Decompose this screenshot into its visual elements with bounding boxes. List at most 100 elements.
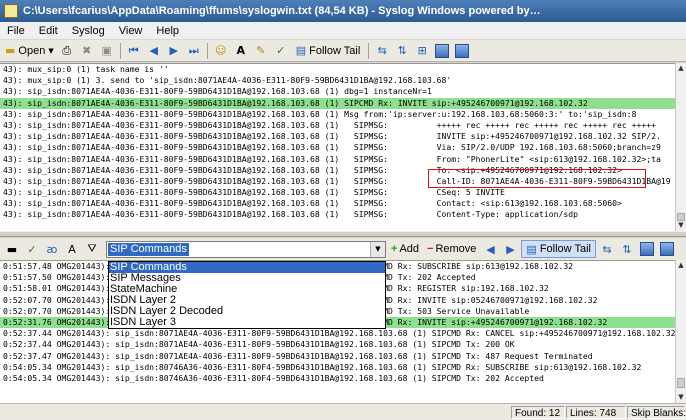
menu-view[interactable]: View [112,22,150,40]
menu-file[interactable]: File [0,22,32,40]
log-row[interactable]: 0:52:37.44 OMG201443): sip_isdn:8071AE4A… [0,328,675,339]
scroll-up-icon[interactable]: ▲ [676,63,686,74]
next-button[interactable]: ▶ [165,42,183,60]
filter-window-button[interactable] [638,240,656,258]
cascade-button[interactable]: ⇅ [393,42,411,60]
log-row[interactable]: 43): sip_isdn:8071AE4A-4036-E311-80F9-59… [0,209,675,220]
add-filter-button[interactable]: + Add [388,243,422,255]
cascade-icon: ⇅ [397,44,407,57]
font-button[interactable]: A [232,42,250,60]
funnel-icon: ⛛ [87,242,97,255]
scroll-up-icon[interactable]: ▲ [676,260,686,271]
last-icon: ⏭ [188,43,199,57]
find-icon: ꜵ [46,242,58,256]
window-button[interactable] [433,42,451,60]
pane-splitter[interactable] [0,231,686,237]
log-row[interactable]: 0:54:05.34 OMG201443): sip_isdn:80746A36… [0,373,675,384]
filter-follow-tail-button[interactable]: ▤ Follow Tail [521,240,596,258]
first-icon: ⏮ [128,43,139,57]
check-icon: ✓ [27,242,37,256]
font-icon: A [236,44,245,57]
filter-option[interactable]: ISDN Layer 3 [109,317,385,328]
brush-icon: ✎ [256,44,266,57]
filter-selected-value: SIP Commands [108,242,189,256]
minus-icon: − [427,243,434,255]
filter-bar: ▬ ✓ ꜵ A ⛛ SIP Commands ▼ + Add − Remove … [0,238,686,260]
check-button[interactable]: ✓ [272,42,290,60]
cascade-icon: ⇅ [622,242,632,256]
filter-next-button[interactable]: ▶ [501,240,519,258]
log-row[interactable]: 43): sip_isdn:8071AE4A-4036-E311-80F9-59… [0,154,675,165]
chevron-down-icon[interactable]: ▼ [370,241,385,257]
log-row[interactable]: 0:52:37.47 OMG201443): sip_isdn:8071AE4A… [0,351,675,362]
settings-icon [659,242,674,256]
app-icon [4,4,18,18]
log-row[interactable]: 43): mux_sip:0 (1) 3. send to 'sip_isdn:… [0,75,675,86]
log-view-top[interactable]: 43): mux_sip:0 (1) task name is '' 43): m… [0,63,675,231]
bottom-scrollbar[interactable]: ▲ ▼ [675,260,686,403]
top-scrollbar[interactable]: ▲ ▼ [675,63,686,231]
filter-select[interactable]: SIP Commands ▼ [106,240,386,258]
next-icon: ▶ [169,44,178,57]
log-row[interactable]: 43): sip_isdn:8071AE4A-4036-E311-80F9-59… [0,97,675,109]
highlight-button[interactable]: ✎ [252,42,270,60]
log-row[interactable]: 43): sip_isdn:8071AE4A-4036-E311-80F9-59… [0,142,675,153]
save-icon: ▬ [6,242,18,256]
print-button[interactable]: ⎙ [58,42,76,60]
first-button[interactable]: ⏮ [125,42,143,60]
check-icon: ✓ [276,44,286,57]
remove-filter-button[interactable]: − Remove [424,243,479,255]
log-row[interactable]: 0:54:05.34 OMG201443): sip_isdn:80746A36… [0,362,675,373]
log-row[interactable]: 43): sip_isdn:8071AE4A-4036-E311-80F9-59… [0,109,675,120]
log-row[interactable]: 43): sip_isdn:8071AE4A-4036-E311-80F9-59… [0,187,675,198]
smiley-icon: ☺ [214,44,227,57]
font-size-button[interactable]: A [63,240,81,258]
filter-tile-button[interactable]: ⇆ [598,240,616,258]
follow-tail-button[interactable]: ▤ Follow Tail [292,42,365,60]
title-bar: C:\Users\fcarius\AppData\Roaming\ffums\s… [0,0,686,22]
open-button[interactable]: ▬ Open ▼ [3,42,56,60]
filter-prev-button[interactable]: ◀ [481,240,499,258]
window-icon [639,242,654,256]
log-row[interactable]: 43): sip_isdn:8071AE4A-4036-E311-80F9-59… [0,120,675,131]
tile-icon: ⇆ [602,242,612,256]
status-bar: Found: 12 Lines: 748 Skip Blanks: 0 [0,403,686,420]
log-row[interactable]: 43): sip_isdn:8071AE4A-4036-E311-80F9-59… [0,198,675,209]
log-row[interactable]: 0:52:37.44 OMG201443): sip_isdn:8071AE4A… [0,339,675,350]
filter-save-button[interactable]: ▬ [3,240,21,258]
menu-bar: File Edit Syslog View Help [0,22,686,40]
scroll-thumb[interactable] [677,378,685,388]
settings-button[interactable] [453,42,471,60]
toolbar-separator [206,42,208,59]
toolbar-separator [119,42,121,59]
log-row[interactable]: 43): sip_isdn:8071AE4A-4036-E311-80F9-59… [0,131,675,142]
clear-button[interactable]: ✖ [78,42,96,60]
window-title: C:\Users\fcarius\AppData\Roaming\ffums\s… [23,5,543,17]
funnel-button[interactable]: ⛛ [83,240,101,258]
save-button[interactable]: ▣ [98,42,116,60]
tile-icon: ⇆ [377,44,387,57]
status-skip-blanks: Skip Blanks: 0 [627,406,686,419]
scroll-down-icon[interactable]: ▼ [676,392,686,403]
find-button[interactable]: ꜵ [43,240,61,258]
menu-help[interactable]: Help [149,22,186,40]
smiley-button[interactable]: ☺ [212,42,230,60]
filter-check-button[interactable]: ✓ [23,240,41,258]
scroll-down-icon[interactable]: ▼ [676,220,686,231]
split-button[interactable]: ⊞ [413,42,431,60]
tile-button[interactable]: ⇆ [373,42,391,60]
last-button[interactable]: ⏭ [185,42,203,60]
previous-button[interactable]: ◀ [145,42,163,60]
menu-syslog[interactable]: Syslog [65,22,112,40]
menu-edit[interactable]: Edit [32,22,65,40]
folder-icon: ▬ [5,44,16,57]
filter-settings-button[interactable] [658,240,676,258]
filter-cascade-button[interactable]: ⇅ [618,240,636,258]
follow-tail-icon: ▤ [526,243,537,256]
log-row[interactable]: 43): mux_sip:0 (1) task name is '' [0,64,675,75]
previous-icon: ◀ [149,44,158,57]
filter-dropdown-list[interactable]: SIP Commands SIP Messages StateMachine ISDN… [108,261,386,329]
previous-icon: ◀ [486,242,495,256]
log-row[interactable]: 43): sip_isdn:8071AE4A-4036-E311-80F9-59… [0,86,675,97]
font-size-icon: A [68,242,76,256]
